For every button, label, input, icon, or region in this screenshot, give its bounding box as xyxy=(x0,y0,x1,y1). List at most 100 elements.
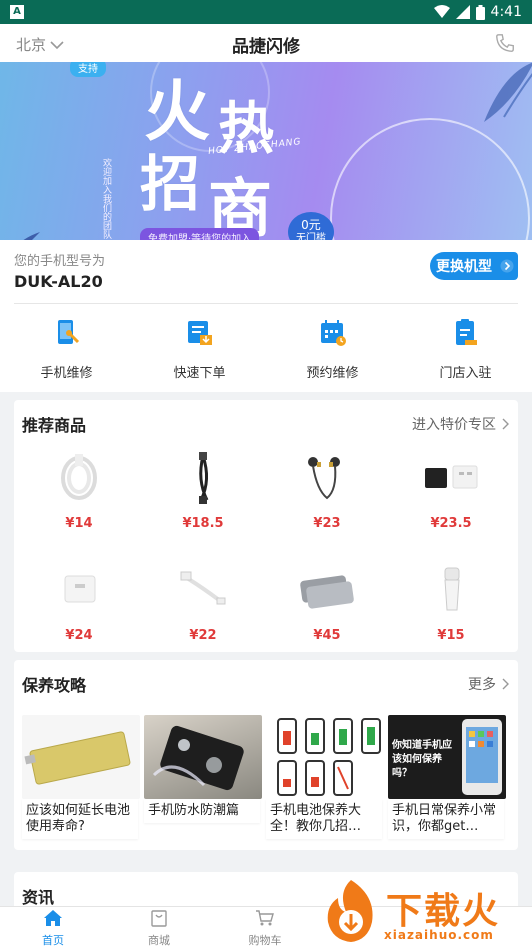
recommended-products-card: 推荐商品 进入特价专区 ¥14 ¥18.5 ¥23 ¥23.5 ¥24 ¥22 … xyxy=(14,400,518,652)
product-item[interactable]: ¥24 xyxy=(24,562,134,643)
guide-title: 手机防水防潮篇 xyxy=(144,799,260,823)
badge-line-1: 0元 xyxy=(301,218,321,232)
guide-title: 应该如何延长电池使用寿命? xyxy=(22,799,138,839)
clock: 4:41 xyxy=(490,4,522,20)
quick-menu: 手机维修 快速下单 预约维修 门店入驻 xyxy=(0,304,532,392)
quick-item-phone-repair[interactable]: 手机维修 xyxy=(0,304,133,392)
more-link-label: 进入特价专区 xyxy=(412,417,496,433)
nav-home[interactable]: 首页 xyxy=(0,907,106,946)
phone-care-image: 你知道手机应该如何保养吗？ xyxy=(388,715,506,799)
change-model-button[interactable]: 更换机型 xyxy=(430,252,518,280)
banner-char-3: 招 xyxy=(140,150,200,220)
nav-label: 购物车 xyxy=(248,934,282,946)
home-icon xyxy=(44,910,62,926)
battery-icon xyxy=(24,731,131,785)
phone-model-card: 您的手机型号为 DUK-AL20 更换机型 xyxy=(0,240,532,304)
watermark-url: xiazaihuo.com xyxy=(384,928,494,942)
chevron-right-icon xyxy=(500,259,514,273)
battery-image xyxy=(22,715,140,799)
banner-ribbon: 免费加盟·等待您的加入 xyxy=(140,228,260,240)
quick-item-label: 门店入驻 xyxy=(439,366,492,381)
guides-more-link[interactable]: 更多 xyxy=(468,674,510,694)
signal-icon xyxy=(455,5,470,19)
promo-banner[interactable]: 支持 欢迎加入我们的团队 火 热 招 商 HOT ZHAOSHANG 0元 无门… xyxy=(0,62,532,240)
short-cable-icon xyxy=(180,571,226,605)
product-item[interactable]: ¥23 xyxy=(272,450,382,531)
battery-icon xyxy=(475,4,485,20)
car-charger-icon xyxy=(444,567,460,611)
wet-phone-image xyxy=(144,715,262,799)
phone-repair-icon xyxy=(57,320,79,344)
product-price: ¥24 xyxy=(65,628,93,643)
calendar-icon xyxy=(320,320,346,346)
banner-vertical-text: 欢迎加入我们的团队 xyxy=(101,158,111,239)
battery-level-icons xyxy=(277,718,381,796)
phone-call-icon[interactable] xyxy=(494,32,516,54)
section-title: 保养攻略 xyxy=(22,676,87,695)
model-label: 您的手机型号为 xyxy=(14,254,106,269)
product-price: ¥18.5 xyxy=(182,516,224,531)
nav-label: 商城 xyxy=(148,934,170,946)
product-price: ¥23.5 xyxy=(430,516,472,531)
product-item[interactable]: ¥22 xyxy=(148,562,258,643)
earphones-icon xyxy=(308,457,340,500)
quick-item-label: 手机维修 xyxy=(40,366,93,381)
app-notification-icon: A xyxy=(10,5,24,19)
maintenance-guides-card: 保养攻略 更多 应该如何延长电池使用寿命? 手机防水防潮篇 手机电池保养大全！教… xyxy=(14,660,518,850)
product-price: ¥15 xyxy=(437,628,465,643)
iphone-icon xyxy=(462,719,502,795)
model-value: DUK-AL20 xyxy=(14,272,103,291)
usb-cable-white-icon xyxy=(61,454,97,500)
chevron-right-icon xyxy=(502,678,509,690)
status-bar: A 4:41 xyxy=(0,0,532,24)
page-title: 品捷闪修 xyxy=(232,37,300,57)
product-item[interactable]: ¥45 xyxy=(272,562,382,643)
banner-tag: 支持 xyxy=(70,62,106,77)
palm-leaf-icon xyxy=(484,62,532,122)
guide-item[interactable]: 你知道手机应该如何保养吗？ 手机日常保养小常识，你都get… xyxy=(388,715,506,839)
power-bank-icon xyxy=(300,575,354,609)
product-item[interactable]: ¥18.5 xyxy=(148,450,258,531)
guide-item[interactable]: 应该如何延长电池使用寿命? xyxy=(22,715,140,839)
cart-icon xyxy=(256,910,274,926)
guide-title: 手机电池保养大全！教你几招… xyxy=(266,799,382,839)
quick-item-appointment[interactable]: 预约维修 xyxy=(266,304,399,392)
dual-charger-icon xyxy=(425,465,478,489)
watermark-text: 下载火 xyxy=(386,891,501,932)
change-model-label: 更换机型 xyxy=(436,259,492,275)
guide-title: 手机日常保养小常识，你都get… xyxy=(388,799,504,839)
quick-item-label: 预约维修 xyxy=(306,366,359,381)
wifi-icon xyxy=(433,5,450,18)
quick-item-store-join[interactable]: 门店入驻 xyxy=(399,304,532,392)
product-price: ¥23 xyxy=(313,516,341,531)
banner-decor-circle xyxy=(330,118,530,240)
section-title: 资讯 xyxy=(22,888,55,907)
special-offer-link[interactable]: 进入特价专区 xyxy=(412,414,510,434)
nav-cart[interactable]: 购物车 xyxy=(212,907,318,946)
nav-shop[interactable]: 商城 xyxy=(106,907,212,946)
guide-item[interactable]: 手机电池保养大全！教你几招… xyxy=(266,715,384,839)
quick-item-quick-order[interactable]: 快速下单 xyxy=(133,304,266,392)
shop-bag-icon xyxy=(151,910,167,927)
flame-logo-icon xyxy=(327,880,373,942)
product-price: ¥45 xyxy=(313,628,341,643)
product-item[interactable]: ¥15 xyxy=(396,562,506,643)
watermark: 下载火 xiazaihuo.com xyxy=(316,876,532,946)
store-form-icon xyxy=(455,319,477,345)
palm-leaf-icon xyxy=(23,232,40,240)
usb-cable-black-icon xyxy=(199,452,209,504)
product-price: ¥14 xyxy=(65,516,93,531)
product-item[interactable]: ¥23.5 xyxy=(396,450,506,531)
product-item[interactable]: ¥14 xyxy=(24,450,134,531)
guide-item[interactable]: 手机防水防潮篇 xyxy=(144,715,262,823)
wall-charger-icon xyxy=(64,575,96,603)
banner-badge: 0元 无门槛 xyxy=(288,212,334,240)
battery-levels-image xyxy=(266,715,384,799)
more-link-label: 更多 xyxy=(468,677,496,693)
chevron-right-icon xyxy=(502,418,509,430)
app-header: 北京 品捷闪修 xyxy=(0,24,532,62)
product-price: ¥22 xyxy=(189,628,217,643)
nav-label: 首页 xyxy=(42,934,64,946)
quick-order-icon xyxy=(187,321,212,345)
water-phone-icon xyxy=(152,725,244,791)
